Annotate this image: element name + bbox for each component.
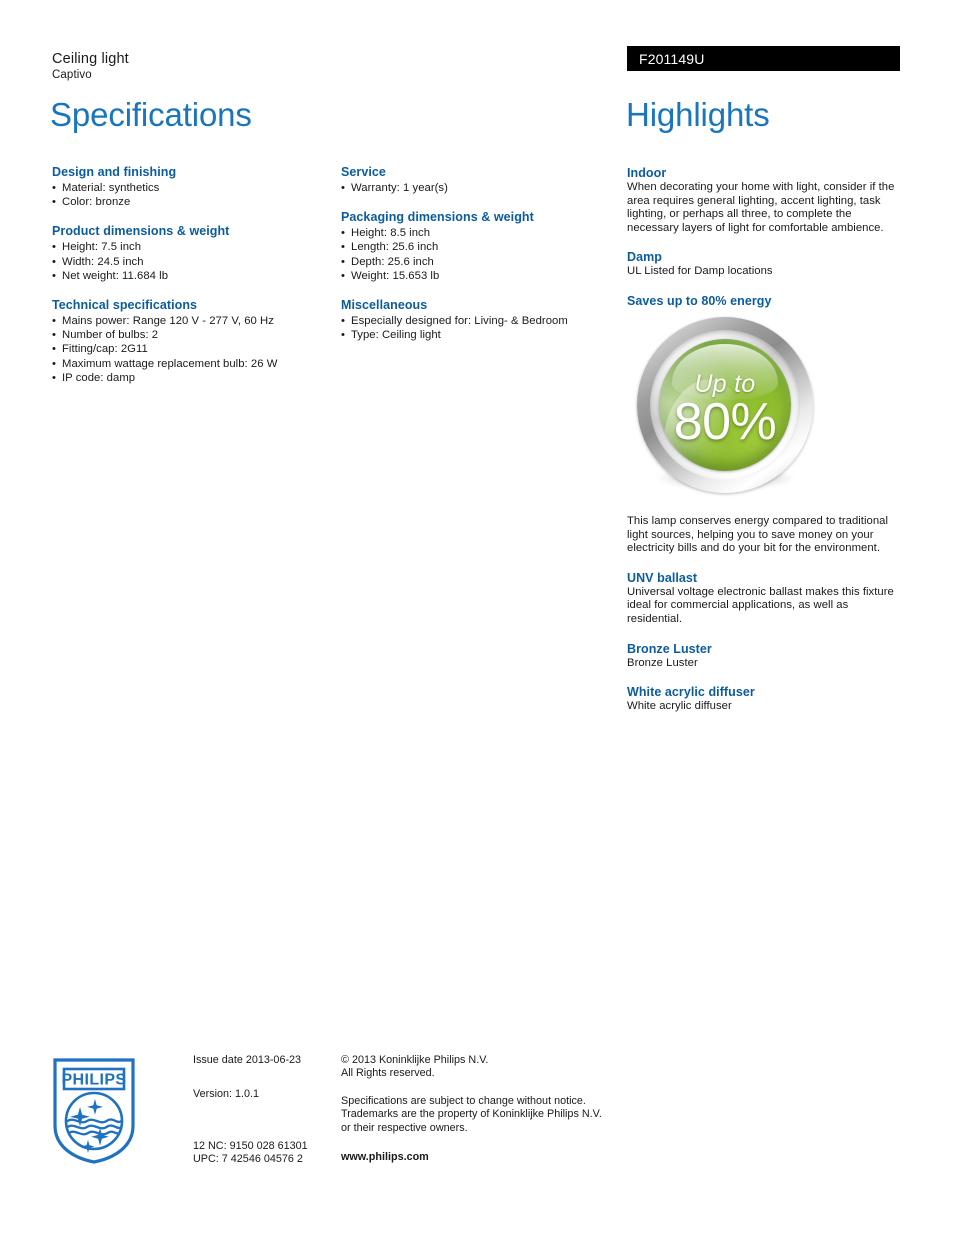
copyright-line-1: © 2013 Koninklijke Philips N.V. bbox=[341, 1054, 489, 1066]
highlight-body: Bronze Luster bbox=[627, 656, 698, 669]
issue-date: Issue date 2013-06-23 bbox=[193, 1054, 302, 1066]
disclaimer-line-2: Trademarks are the property of Koninklij… bbox=[341, 1108, 602, 1121]
spec-item: Maximum wattage replacement bulb: 26 W bbox=[52, 357, 327, 371]
highlight-body: This lamp conserves energy compared to t… bbox=[627, 514, 889, 555]
copyright-line-2: All Rights reserved. bbox=[341, 1067, 435, 1080]
highlight-body: White acrylic diffuser bbox=[627, 700, 732, 713]
specifications-column-1: Design and finishing Material: synthetic… bbox=[52, 164, 327, 385]
spec-group-title: Design and finishing bbox=[52, 165, 177, 179]
spec-item: Length: 25.6 inch bbox=[341, 240, 616, 254]
footer-meta: Issue date 2013-06-23 Version: 1.0.1 bbox=[193, 1054, 328, 1102]
highlight-body: UL Listed for Damp locations bbox=[627, 265, 773, 278]
philips-shield-logo: PHILIPS bbox=[53, 1058, 135, 1164]
highlight-title: White acrylic diffuser bbox=[627, 685, 755, 700]
spec-group-title: Miscellaneous bbox=[341, 298, 428, 313]
footer-legal: © 2013 Koninklijke Philips N.V. All Righ… bbox=[341, 1054, 616, 1149]
highlight-body: Universal voltage electronic ballast mak… bbox=[627, 585, 894, 625]
product-datasheet-page: Ceiling light Captivo F201149U Specifica… bbox=[0, 0, 954, 1235]
highlight-block-white-acrylic-diffuser: White acrylic diffuser White acrylic dif… bbox=[627, 684, 901, 714]
footer-codes: 12 NC: 9150 028 61301 UPC: 7 42546 04576… bbox=[193, 1140, 343, 1167]
spec-item: Depth: 25.6 inch bbox=[341, 255, 616, 269]
product-header: Ceiling light Captivo bbox=[52, 50, 452, 83]
spec-group: Miscellaneous Especially designed for: L… bbox=[341, 297, 616, 343]
spec-item: Warranty: 1 year(s) bbox=[341, 181, 616, 195]
highlight-block-indoor: Indoor When decorating your home with li… bbox=[627, 165, 901, 235]
specifications-column-2: Service Warranty: 1 year(s) Packaging di… bbox=[341, 164, 616, 343]
highlight-title: Damp bbox=[627, 250, 662, 265]
specifications-title: Specifications bbox=[50, 96, 252, 133]
highlight-block-energy: Saves up to 80% energy Up to 80% This la… bbox=[627, 293, 901, 556]
badge-label-group: Up to 80% bbox=[637, 317, 813, 493]
spec-item: Material: synthetics bbox=[52, 181, 327, 195]
energy-badge-graphic: Up to 80% bbox=[627, 316, 901, 509]
model-number: F201149U bbox=[639, 51, 705, 67]
nc-code: 12 NC: 9150 028 61301 bbox=[193, 1140, 308, 1152]
spec-item: Net weight: 11.684 lb bbox=[52, 269, 327, 283]
highlight-title: Indoor bbox=[627, 166, 667, 180]
spec-group: Product dimensions & weight Height: 7.5 … bbox=[52, 223, 327, 283]
spec-item: IP code: damp bbox=[52, 371, 327, 385]
highlights-column: Indoor When decorating your home with li… bbox=[627, 165, 901, 728]
highlight-block-damp: Damp UL Listed for Damp locations bbox=[627, 249, 901, 279]
version: Version: 1.0.1 bbox=[193, 1088, 260, 1101]
upc-code: UPC: 7 42546 04576 2 bbox=[193, 1153, 303, 1166]
disclaimer-line-3: or their respective owners. bbox=[341, 1121, 468, 1134]
highlight-block-bronze-luster: Bronze Luster Bronze Luster bbox=[627, 641, 901, 671]
spec-item: Color: bronze bbox=[52, 195, 327, 209]
spec-group-title: Technical specifications bbox=[52, 298, 198, 313]
spec-item: Weight: 15.653 lb bbox=[341, 269, 616, 283]
disclaimer-line-1: Specifications are subject to change wit… bbox=[341, 1094, 586, 1107]
badge-percent-value: 80% bbox=[673, 392, 777, 451]
model-number-bar: F201149U bbox=[627, 46, 900, 71]
spec-group-title: Product dimensions & weight bbox=[52, 224, 230, 239]
highlight-body: When decorating your home with light, co… bbox=[627, 181, 895, 234]
spec-group-title: Packaging dimensions & weight bbox=[341, 210, 534, 225]
highlights-title: Highlights bbox=[626, 96, 770, 133]
spec-group-title: Service bbox=[341, 165, 386, 179]
spec-item: Height: 8.5 inch bbox=[341, 226, 616, 240]
highlight-title: Saves up to 80% energy bbox=[627, 293, 772, 308]
highlight-title: Bronze Luster bbox=[627, 641, 712, 656]
highlight-title: UNV ballast bbox=[627, 570, 698, 585]
energy-badge: Up to 80% bbox=[637, 316, 813, 493]
spec-item: Height: 7.5 inch bbox=[52, 240, 327, 254]
logo-waves bbox=[66, 1118, 122, 1136]
product-name: Captivo bbox=[52, 69, 92, 81]
spec-group: Technical specifications Mains power: Ra… bbox=[52, 297, 327, 385]
spec-group: Service Warranty: 1 year(s) bbox=[341, 164, 616, 195]
spec-item: Number of bulbs: 2 bbox=[52, 328, 327, 342]
highlight-block-unv-ballast: UNV ballast Universal voltage electronic… bbox=[627, 570, 901, 627]
copyright-notice: © 2013 Koninklijke Philips N.V. All Righ… bbox=[341, 1054, 616, 1081]
spec-group: Design and finishing Material: synthetic… bbox=[52, 164, 327, 210]
philips-wordmark: PHILIPS bbox=[61, 1072, 126, 1089]
spec-item: Width: 24.5 inch bbox=[52, 255, 327, 269]
product-type: Ceiling light bbox=[52, 51, 129, 67]
spec-item: Fitting/cap: 2G11 bbox=[52, 342, 327, 356]
spec-item: Mains power: Range 120 V - 277 V, 60 Hz bbox=[52, 314, 327, 328]
disclaimer-notice: Specifications are subject to change wit… bbox=[341, 1095, 616, 1135]
spec-item: Type: Ceiling light bbox=[341, 328, 616, 342]
website-link[interactable]: www.philips.com bbox=[341, 1151, 429, 1164]
spec-item: Especially designed for: Living- & Bedro… bbox=[341, 314, 616, 328]
spec-group: Packaging dimensions & weight Height: 8.… bbox=[341, 209, 616, 283]
